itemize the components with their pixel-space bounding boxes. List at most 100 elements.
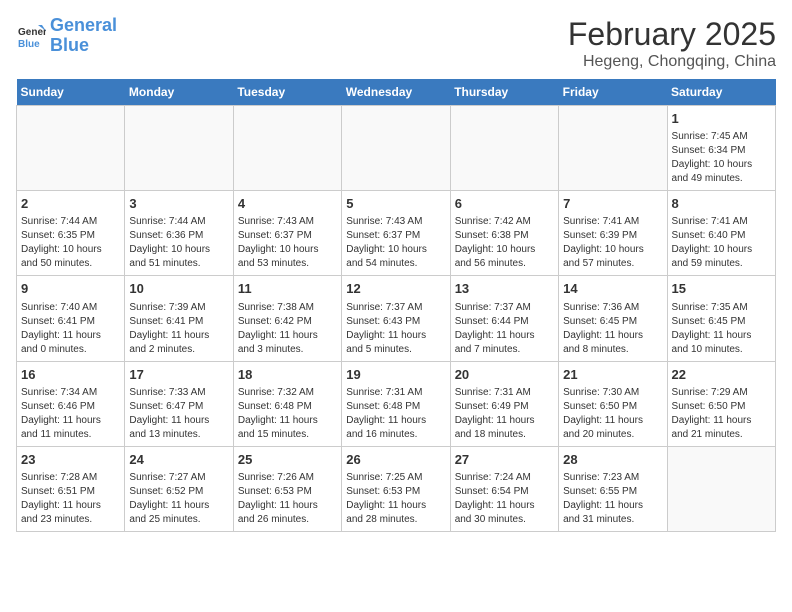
calendar-cell: 5Sunrise: 7:43 AM Sunset: 6:37 PM Daylig… [342, 191, 450, 276]
calendar-cell: 18 Sunrise: 7:32 AM Sunset: 6:48 PM Dayli… [233, 361, 341, 446]
day-number: 15 [672, 280, 771, 298]
day-number: 6 [455, 195, 554, 213]
day-number: 9 [21, 280, 120, 298]
calendar-cell: 14 Sunrise: 7:36 AM Sunset: 6:45 PM Dayli… [559, 276, 667, 361]
calendar-cell: 1Sunrise: 7:45 AM Sunset: 6:34 PM Daylig… [667, 106, 775, 191]
calendar-cell: 26 Sunrise: 7:25 AM Sunset: 6:53 PM Dayli… [342, 446, 450, 531]
logo-line1: General [50, 15, 117, 35]
calendar-cell: 19 Sunrise: 7:31 AM Sunset: 6:48 PM Dayli… [342, 361, 450, 446]
calendar-cell: 28 Sunrise: 7:23 AM Sunset: 6:55 PM Dayli… [559, 446, 667, 531]
calendar-cell [450, 106, 558, 191]
weekday-header-saturday: Saturday [667, 79, 775, 106]
header: General Blue General Blue February 2025 … [16, 16, 776, 71]
title-area: February 2025 Hegeng, Chongqing, China [568, 16, 776, 71]
calendar-cell [125, 106, 233, 191]
calendar-cell: 12Sunrise: 7:37 AM Sunset: 6:43 PM Dayli… [342, 276, 450, 361]
day-number: 18 [238, 366, 337, 384]
calendar-cell [667, 446, 775, 531]
day-info: Sunrise: 7:35 AM Sunset: 6:45 PM Dayligh… [672, 301, 771, 357]
day-number: 27 [455, 451, 554, 469]
day-number: 20 [455, 366, 554, 384]
day-number: 5 [346, 195, 445, 213]
day-info: Sunrise: 7:26 AM Sunset: 6:53 PM Dayligh… [238, 471, 337, 527]
day-info: Sunrise: 7:33 AM Sunset: 6:47 PM Dayligh… [129, 386, 228, 442]
calendar-cell: 21Sunrise: 7:30 AM Sunset: 6:50 PM Dayli… [559, 361, 667, 446]
week-row-4: 16 Sunrise: 7:34 AM Sunset: 6:46 PM Dayli… [17, 361, 776, 446]
day-info: Sunrise: 7:27 AM Sunset: 6:52 PM Dayligh… [129, 471, 228, 527]
calendar-cell: 8Sunrise: 7:41 AM Sunset: 6:40 PM Daylig… [667, 191, 775, 276]
svg-text:Blue: Blue [18, 39, 40, 50]
week-row-5: 23 Sunrise: 7:28 AM Sunset: 6:51 PM Dayli… [17, 446, 776, 531]
weekday-header-row: SundayMondayTuesdayWednesdayThursdayFrid… [17, 79, 776, 106]
day-number: 23 [21, 451, 120, 469]
calendar-cell: 6Sunrise: 7:42 AM Sunset: 6:38 PM Daylig… [450, 191, 558, 276]
calendar-cell: 20Sunrise: 7:31 AM Sunset: 6:49 PM Dayli… [450, 361, 558, 446]
calendar-subtitle: Hegeng, Chongqing, China [568, 53, 776, 71]
day-info: Sunrise: 7:24 AM Sunset: 6:54 PM Dayligh… [455, 471, 554, 527]
day-info: Sunrise: 7:31 AM Sunset: 6:48 PM Dayligh… [346, 386, 445, 442]
weekday-header-wednesday: Wednesday [342, 79, 450, 106]
day-number: 12 [346, 280, 445, 298]
day-info: Sunrise: 7:44 AM Sunset: 6:36 PM Dayligh… [129, 215, 228, 271]
day-info: Sunrise: 7:32 AM Sunset: 6:48 PM Dayligh… [238, 386, 337, 442]
day-info: Sunrise: 7:29 AM Sunset: 6:50 PM Dayligh… [672, 386, 771, 442]
logo: General Blue General Blue [16, 16, 117, 56]
day-info: Sunrise: 7:38 AM Sunset: 6:42 PM Dayligh… [238, 301, 337, 357]
logo-line2: Blue [50, 35, 89, 55]
day-number: 26 [346, 451, 445, 469]
calendar-cell: 3 Sunrise: 7:44 AM Sunset: 6:36 PM Daylig… [125, 191, 233, 276]
day-info: Sunrise: 7:43 AM Sunset: 6:37 PM Dayligh… [238, 215, 337, 271]
day-number: 4 [238, 195, 337, 213]
day-number: 7 [563, 195, 662, 213]
day-number: 25 [238, 451, 337, 469]
calendar-cell: 17Sunrise: 7:33 AM Sunset: 6:47 PM Dayli… [125, 361, 233, 446]
calendar-cell: 24 Sunrise: 7:27 AM Sunset: 6:52 PM Dayli… [125, 446, 233, 531]
day-info: Sunrise: 7:36 AM Sunset: 6:45 PM Dayligh… [563, 301, 662, 357]
day-number: 19 [346, 366, 445, 384]
day-info: Sunrise: 7:25 AM Sunset: 6:53 PM Dayligh… [346, 471, 445, 527]
calendar-cell [233, 106, 341, 191]
day-info: Sunrise: 7:37 AM Sunset: 6:44 PM Dayligh… [455, 301, 554, 357]
calendar-cell: 9 Sunrise: 7:40 AM Sunset: 6:41 PM Daylig… [17, 276, 125, 361]
day-info: Sunrise: 7:44 AM Sunset: 6:35 PM Dayligh… [21, 215, 120, 271]
day-number: 11 [238, 280, 337, 298]
calendar-cell [17, 106, 125, 191]
week-row-3: 9 Sunrise: 7:40 AM Sunset: 6:41 PM Daylig… [17, 276, 776, 361]
day-number: 24 [129, 451, 228, 469]
calendar-cell: 11 Sunrise: 7:38 AM Sunset: 6:42 PM Dayli… [233, 276, 341, 361]
day-info: Sunrise: 7:41 AM Sunset: 6:39 PM Dayligh… [563, 215, 662, 271]
day-number: 10 [129, 280, 228, 298]
day-number: 14 [563, 280, 662, 298]
day-info: Sunrise: 7:39 AM Sunset: 6:41 PM Dayligh… [129, 301, 228, 357]
logo-text: General Blue [50, 16, 117, 56]
calendar-cell: 15 Sunrise: 7:35 AM Sunset: 6:45 PM Dayli… [667, 276, 775, 361]
day-number: 13 [455, 280, 554, 298]
day-number: 2 [21, 195, 120, 213]
logo-icon: General Blue [16, 21, 46, 51]
week-row-1: 1Sunrise: 7:45 AM Sunset: 6:34 PM Daylig… [17, 106, 776, 191]
calendar-cell: 16 Sunrise: 7:34 AM Sunset: 6:46 PM Dayli… [17, 361, 125, 446]
day-number: 3 [129, 195, 228, 213]
day-info: Sunrise: 7:34 AM Sunset: 6:46 PM Dayligh… [21, 386, 120, 442]
calendar-cell: 27 Sunrise: 7:24 AM Sunset: 6:54 PM Dayli… [450, 446, 558, 531]
day-number: 21 [563, 366, 662, 384]
calendar-cell: 4 Sunrise: 7:43 AM Sunset: 6:37 PM Daylig… [233, 191, 341, 276]
calendar-cell: 10 Sunrise: 7:39 AM Sunset: 6:41 PM Dayli… [125, 276, 233, 361]
weekday-header-friday: Friday [559, 79, 667, 106]
day-number: 8 [672, 195, 771, 213]
day-number: 16 [21, 366, 120, 384]
day-info: Sunrise: 7:45 AM Sunset: 6:34 PM Dayligh… [672, 130, 771, 186]
day-info: Sunrise: 7:28 AM Sunset: 6:51 PM Dayligh… [21, 471, 120, 527]
weekday-header-thursday: Thursday [450, 79, 558, 106]
calendar-cell: 22Sunrise: 7:29 AM Sunset: 6:50 PM Dayli… [667, 361, 775, 446]
calendar-cell: 13 Sunrise: 7:37 AM Sunset: 6:44 PM Dayli… [450, 276, 558, 361]
day-info: Sunrise: 7:40 AM Sunset: 6:41 PM Dayligh… [21, 301, 120, 357]
weekday-header-sunday: Sunday [17, 79, 125, 106]
calendar-cell: 7 Sunrise: 7:41 AM Sunset: 6:39 PM Daylig… [559, 191, 667, 276]
day-info: Sunrise: 7:23 AM Sunset: 6:55 PM Dayligh… [563, 471, 662, 527]
calendar-cell: 25 Sunrise: 7:26 AM Sunset: 6:53 PM Dayli… [233, 446, 341, 531]
calendar-cell: 23 Sunrise: 7:28 AM Sunset: 6:51 PM Dayli… [17, 446, 125, 531]
calendar-title: February 2025 [568, 16, 776, 53]
day-number: 28 [563, 451, 662, 469]
calendar-cell: 2 Sunrise: 7:44 AM Sunset: 6:35 PM Daylig… [17, 191, 125, 276]
